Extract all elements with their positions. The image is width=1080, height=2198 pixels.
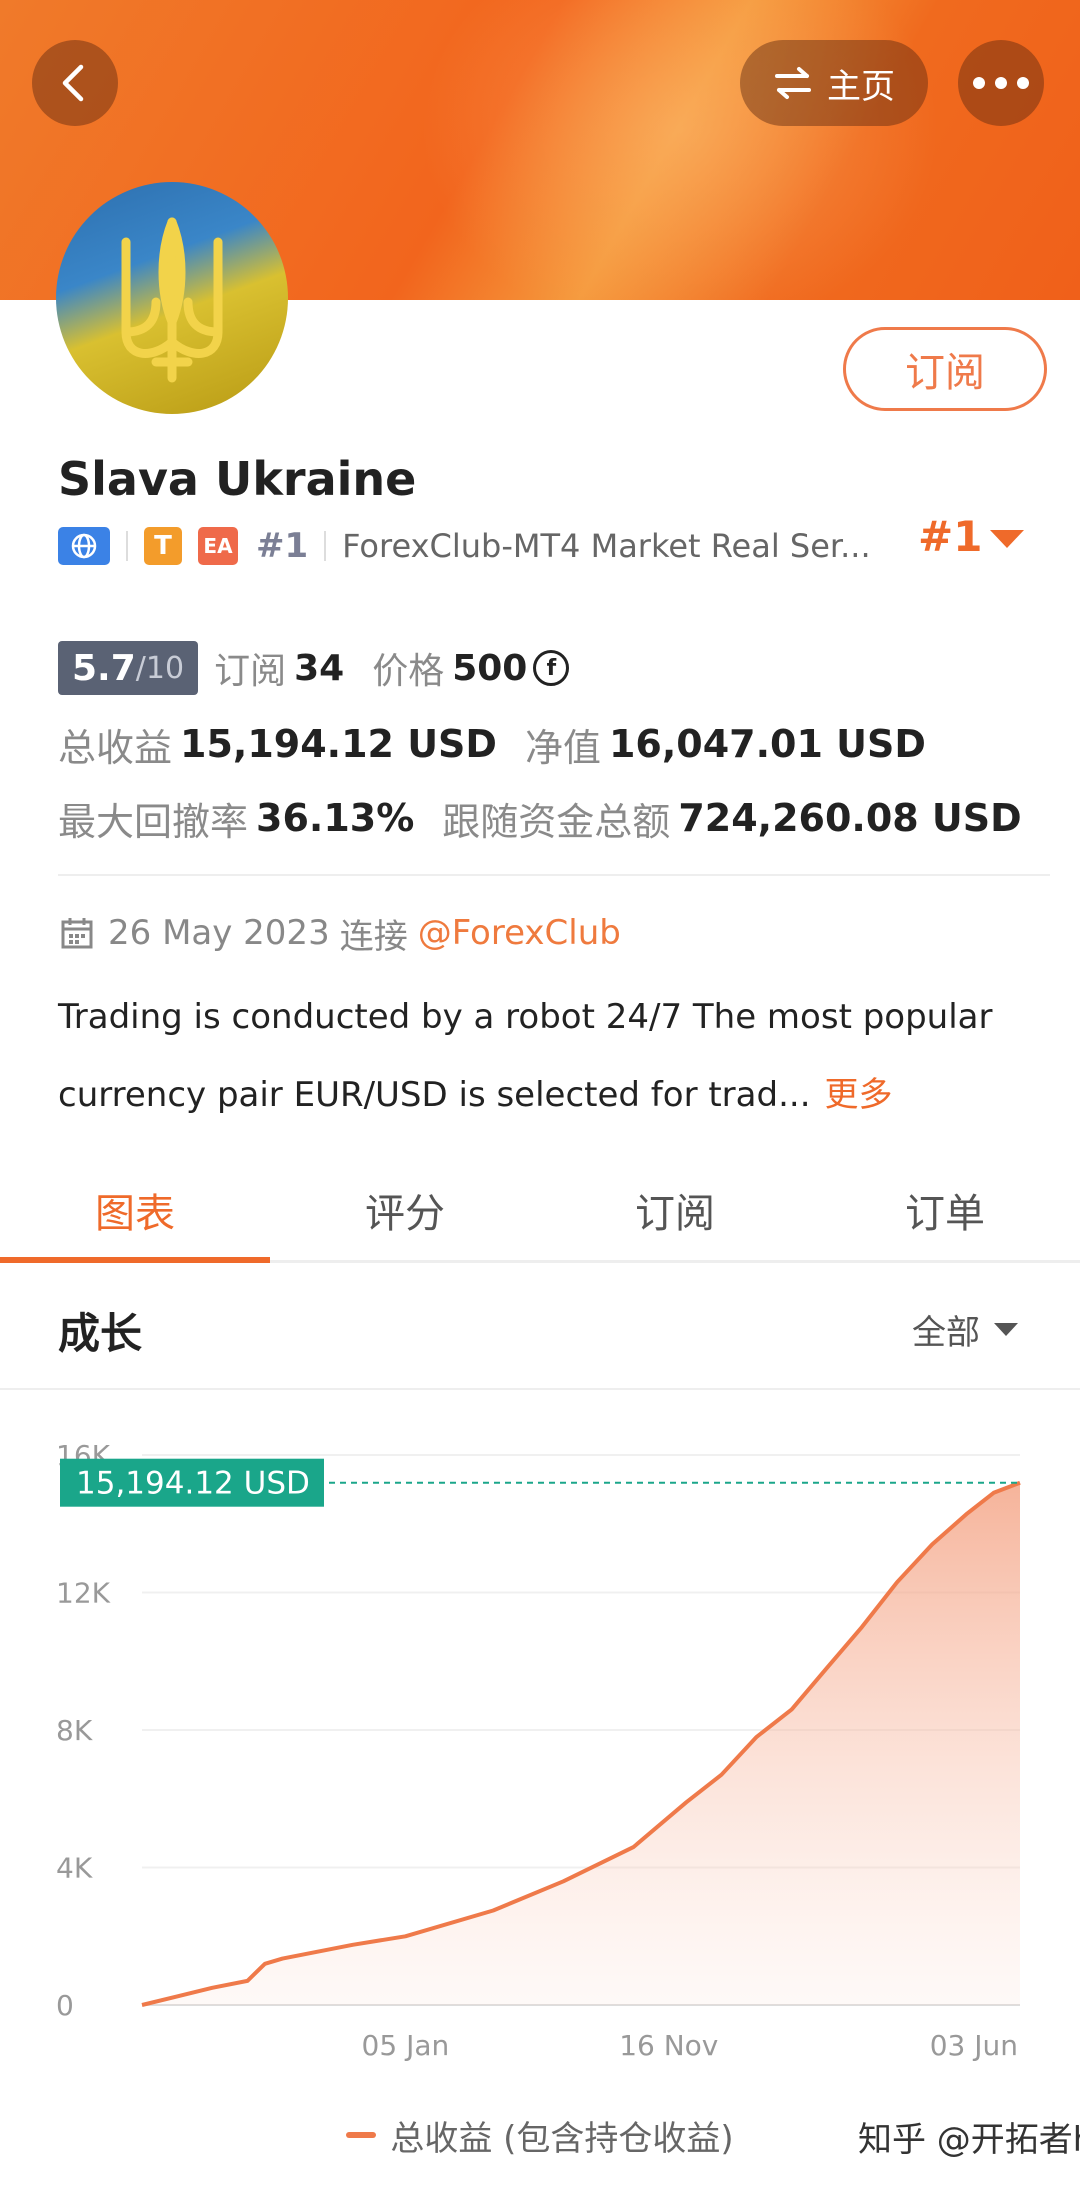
range-select[interactable]: 全部 (912, 1305, 1018, 1354)
more-dots-icon (973, 77, 1029, 89)
rank-small: #1 (256, 526, 309, 566)
equity-value: 16,047.01 USD (608, 722, 926, 766)
coin-icon: f (533, 650, 570, 686)
back-button[interactable] (32, 40, 118, 126)
stats-row-score: 5.7 /10 订阅 34 价格 500 f (58, 640, 570, 696)
trident-emblem-icon (121, 217, 223, 383)
tab-subscriptions[interactable]: 订阅 (540, 1160, 810, 1260)
ea-tag: EA (198, 527, 238, 565)
server-name: ForexClub-MT4 Market Real Ser... (342, 527, 871, 565)
tab-orders[interactable]: 订单 (810, 1160, 1080, 1260)
rank-badge[interactable]: #1 (918, 512, 982, 561)
total-profit-label: 总收益 (58, 725, 173, 770)
score-denominator: /10 (135, 650, 185, 686)
caret-down-icon[interactable] (990, 530, 1024, 548)
divider (58, 874, 1050, 876)
subs-label: 订阅 (214, 651, 287, 692)
section-title: 成长 (58, 1309, 143, 1358)
more-button[interactable] (958, 40, 1044, 126)
stats-row-profit: 总收益 15,194.12 USD 净值 16,047.01 USD (58, 716, 954, 772)
calendar-icon (61, 918, 93, 949)
max-drawdown-value: 36.13% (256, 796, 415, 840)
current-value-label: 15,194.12 USD (76, 1466, 310, 1502)
signal-name: Slava Ukraine (58, 452, 417, 506)
x-tick-label: 16 Nov (619, 2029, 718, 2062)
total-profit-value: 15,194.12 USD (180, 722, 497, 766)
x-tick-label: 05 Jan (362, 2029, 450, 2062)
tab-chart[interactable]: 图表 (0, 1160, 270, 1263)
swap-icon (775, 67, 811, 99)
legend-label: 总收益 (包含持仓收益) (390, 2118, 734, 2159)
connect-label: 连接 (339, 916, 408, 957)
price-value: 500 (452, 647, 528, 689)
description: Trading is conducted by a robot 24/7 The… (58, 978, 1048, 1134)
home-button[interactable]: 主页 (740, 40, 928, 126)
tab-bar: 图表 评分 订阅 订单 (0, 1160, 1080, 1263)
home-label: 主页 (827, 66, 895, 107)
chevron-left-icon (62, 64, 84, 102)
start-date: 26 May 2023 (108, 913, 330, 953)
equity-label: 净值 (524, 725, 601, 770)
stats-row-drawdown: 最大回撤率 36.13% 跟随资金总额 724,260.08 USD (58, 790, 1022, 846)
subs-value: 34 (294, 647, 345, 689)
globe-icon (58, 527, 110, 565)
score-value: 5.7 (72, 647, 136, 689)
watermark: 知乎 @开拓者h (858, 2120, 1080, 2160)
y-tick-label: 4K (56, 1852, 93, 1885)
avatar[interactable] (56, 182, 288, 414)
separator (126, 531, 128, 561)
y-tick-label: 12K (56, 1577, 111, 1610)
creator-link[interactable]: @ForexClub (418, 913, 621, 953)
range-select-value: 全部 (912, 1313, 980, 1353)
tab-rating[interactable]: 评分 (270, 1160, 540, 1260)
y-tick-label: 0 (56, 1989, 74, 2022)
followers-funds-value: 724,260.08 USD (678, 796, 1022, 840)
subscribe-button[interactable]: 订阅 (843, 327, 1047, 411)
max-drawdown-label: 最大回撤率 (58, 799, 249, 844)
trader-tag: T (144, 527, 182, 565)
growth-chart[interactable]: 16K12K8K4K005 Jan 16 Nov 03 Jun15,194.12 U… (0, 1420, 1080, 2080)
date-row: 26 May 2023 连接 @ForexClub (60, 908, 621, 958)
divider (0, 1388, 1080, 1390)
legend-swatch (346, 2132, 377, 2138)
separator (324, 531, 327, 561)
tags-row: T EA #1 ForexClub-MT4 Market Real Ser... (58, 520, 1038, 572)
more-link[interactable]: 更多 (825, 1075, 893, 1115)
series-area (142, 1482, 1020, 2005)
score-badge: 5.7 /10 (58, 641, 199, 695)
price-label: 价格 (372, 651, 445, 692)
followers-funds-label: 跟随资金总额 (442, 799, 671, 844)
x-tick-label: 03 Jun (930, 2029, 1018, 2062)
y-tick-label: 8K (56, 1714, 93, 1747)
caret-down-icon (994, 1323, 1018, 1336)
